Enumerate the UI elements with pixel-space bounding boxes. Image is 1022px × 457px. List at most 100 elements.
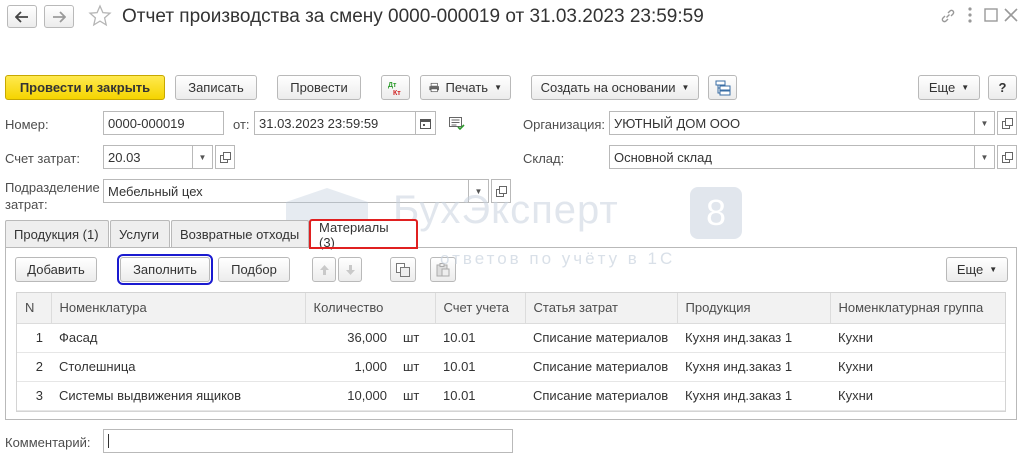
organization-field[interactable]: УЮТНЫЙ ДОМ ООО — [609, 111, 975, 135]
row-item: Фасад — [51, 323, 305, 353]
column-header-unit[interactable] — [395, 293, 436, 324]
document-status-icon[interactable] — [449, 117, 465, 134]
print-button[interactable]: Печать ▼ — [420, 75, 511, 100]
open-icon — [219, 151, 231, 163]
warehouse-dropdown[interactable]: ▼ — [975, 145, 995, 169]
copy-icon — [396, 262, 410, 277]
arrow-up-icon — [319, 264, 329, 275]
watermark-subtitle: ответов по учёту в 1С — [440, 249, 676, 268]
row-product: Кухня инд.заказ 1 — [677, 323, 830, 353]
calendar-button[interactable] — [416, 111, 436, 135]
calendar-icon — [420, 118, 431, 129]
cost-account-label: Счет затрат: — [5, 151, 80, 166]
tab-panel: Добавить Заполнить Подбор Еще ▼ N Номенкл… — [5, 247, 1017, 420]
date-field[interactable]: 31.03.2023 23:59:59 — [254, 111, 416, 135]
organization-label: Организация: — [523, 117, 606, 132]
column-header-account[interactable]: Счет учета — [435, 293, 526, 324]
row-product: Кухня инд.заказ 1 — [677, 352, 830, 382]
row-unit: шт — [395, 352, 435, 382]
printer-icon — [429, 82, 440, 93]
forward-button[interactable] — [44, 5, 74, 28]
row-number: 1 — [17, 323, 51, 353]
row-unit: шт — [395, 323, 435, 353]
row-number: 2 — [17, 352, 51, 382]
more-button[interactable]: Еще ▼ — [918, 75, 980, 100]
row-account: 10.01 — [435, 323, 525, 353]
column-header-qty[interactable]: Количество — [305, 293, 395, 324]
maximize-icon[interactable] — [984, 8, 998, 25]
row-item: Столешница — [51, 352, 305, 382]
select-button[interactable]: Подбор — [218, 257, 290, 282]
open-icon — [1001, 117, 1013, 129]
comment-field[interactable] — [103, 429, 513, 453]
favorite-star-icon[interactable] — [88, 4, 112, 31]
table-row[interactable]: 3 Системы выдвижения ящиков 10,000 шт 10… — [17, 381, 1005, 411]
more-label: Еще — [928, 80, 956, 95]
number-label: Номер: — [5, 117, 49, 132]
arrow-down-icon — [345, 264, 355, 275]
row-group: Кухни — [830, 323, 1005, 353]
cost-account-dropdown[interactable]: ▼ — [193, 145, 213, 169]
organization-dropdown[interactable]: ▼ — [975, 111, 995, 135]
column-header-product[interactable]: Продукция — [677, 293, 831, 324]
tab-services[interactable]: Услуги — [110, 220, 170, 247]
dt-kt-button[interactable]: Дт Кт — [381, 75, 410, 100]
row-cost-item: Списание материалов — [525, 352, 677, 382]
column-header-cost-item[interactable]: Статья затрат — [525, 293, 678, 324]
post-and-close-button[interactable]: Провести и закрыть — [5, 75, 165, 100]
dt-kt-icon: Дт Кт — [388, 82, 401, 96]
create-based-on-button[interactable]: Создать на основании ▼ — [531, 75, 699, 100]
warehouse-field[interactable]: Основной склад — [609, 145, 975, 169]
division-label-line1: Подразделение — [5, 180, 100, 195]
copy-rows-button[interactable] — [390, 257, 416, 282]
open-icon — [1001, 151, 1013, 163]
tab-returnable-waste[interactable]: Возвратные отходы — [171, 220, 309, 247]
link-icon[interactable] — [940, 8, 956, 27]
number-field[interactable]: 0000-000019 — [103, 111, 224, 135]
arrow-left-icon — [15, 10, 28, 23]
comment-cursor — [108, 434, 109, 448]
column-header-n[interactable]: N — [17, 293, 52, 324]
table-more-button[interactable]: Еще ▼ — [946, 257, 1008, 282]
tab-products[interactable]: Продукция (1) — [5, 220, 109, 247]
svg-text:Кт: Кт — [393, 90, 401, 96]
row-qty: 10,000 — [305, 381, 395, 411]
arrow-right-icon — [53, 10, 66, 23]
table-row[interactable]: 2 Столешница 1,000 шт 10.01 Списание мат… — [17, 352, 1005, 382]
warehouse-label: Склад: — [523, 151, 565, 166]
close-icon[interactable] — [1004, 8, 1018, 25]
help-button[interactable]: ? — [988, 75, 1017, 100]
save-button[interactable]: Записать — [175, 75, 257, 100]
row-account: 10.01 — [435, 352, 525, 382]
row-qty: 1,000 — [305, 352, 395, 382]
column-header-item[interactable]: Номенклатура — [51, 293, 306, 324]
warehouse-open-button[interactable] — [997, 145, 1017, 169]
cost-account-field[interactable]: 20.03 — [103, 145, 193, 169]
organization-open-button[interactable] — [997, 111, 1017, 135]
materials-table: N Номенклатура Количество Счет учета Ста… — [16, 292, 1006, 412]
cost-account-open-button[interactable] — [215, 145, 235, 169]
svg-text:Дт: Дт — [388, 82, 397, 89]
table-more-label: Еще — [956, 262, 984, 277]
row-cost-item: Списание материалов — [525, 323, 677, 353]
row-cost-item: Списание материалов — [525, 381, 677, 411]
row-group: Кухни — [830, 352, 1005, 382]
back-button[interactable] — [7, 5, 37, 28]
more-vertical-icon[interactable] — [967, 6, 975, 26]
move-down-button[interactable] — [338, 257, 362, 282]
date-label: от: — [233, 117, 250, 132]
print-label: Печать — [445, 80, 489, 95]
watermark-brand: БухЭксперт — [393, 188, 619, 232]
row-unit: шт — [395, 381, 435, 411]
column-header-group[interactable]: Номенклатурная группа — [830, 293, 1005, 324]
fill-button[interactable]: Заполнить — [117, 254, 213, 285]
row-number: 3 — [17, 381, 51, 411]
structure-button[interactable] — [708, 75, 737, 100]
hierarchy-icon — [715, 80, 730, 95]
tab-materials[interactable]: Материалы (3) — [309, 219, 418, 250]
table-row[interactable]: 1 Фасад 36,000 шт 10.01 Списание материа… — [17, 323, 1005, 353]
watermark-digit: 8 — [690, 187, 742, 239]
move-up-button[interactable] — [312, 257, 336, 282]
post-button[interactable]: Провести — [277, 75, 361, 100]
add-button[interactable]: Добавить — [15, 257, 97, 282]
